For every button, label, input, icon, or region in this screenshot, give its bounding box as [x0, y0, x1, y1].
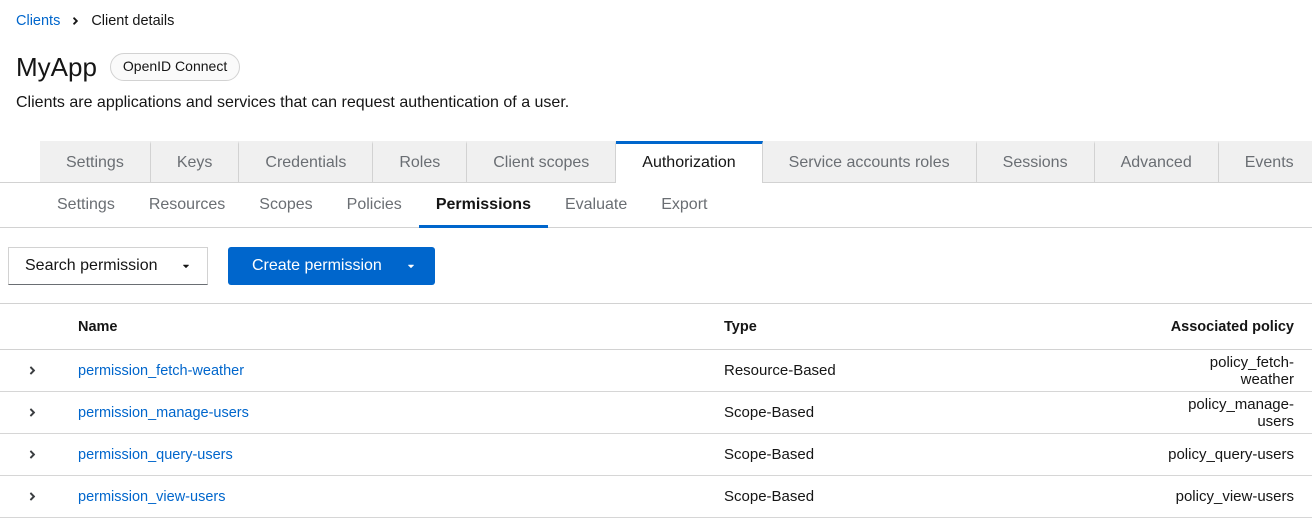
- angle-right-icon: [28, 491, 37, 506]
- create-permission-button[interactable]: Create permission: [228, 247, 435, 285]
- table-row: permission_query-users Scope-Based polic…: [0, 433, 1312, 476]
- table-row: permission_fetch-weather Resource-Based …: [0, 349, 1312, 392]
- subtab-settings[interactable]: Settings: [40, 183, 132, 227]
- page-header: MyApp OpenID Connect: [0, 51, 1312, 83]
- permission-name-link[interactable]: permission_view-users: [78, 489, 225, 505]
- tab-roles[interactable]: Roles: [373, 141, 468, 182]
- associated-policy: policy_view-users: [1175, 488, 1294, 505]
- permission-type: Resource-Based: [724, 362, 836, 379]
- row-expand-button[interactable]: [20, 486, 45, 507]
- permission-type: Scope-Based: [724, 446, 815, 463]
- subtab-resources[interactable]: Resources: [132, 183, 242, 227]
- tab-client-scopes[interactable]: Client scopes: [467, 141, 617, 182]
- caret-down-icon: [181, 261, 191, 271]
- search-permission-dropdown[interactable]: Search permission: [8, 247, 208, 285]
- page-title: MyApp: [16, 52, 97, 82]
- row-expand-button[interactable]: [20, 360, 45, 381]
- search-permission-dropdown-label: Search permission: [25, 257, 158, 274]
- tab-settings[interactable]: Settings: [40, 141, 151, 182]
- type-column-header: Type: [724, 318, 757, 335]
- angle-right-icon: [28, 449, 37, 464]
- breadcrumb-divider-icon: [71, 15, 80, 27]
- subtab-policies[interactable]: Policies: [330, 183, 419, 227]
- associated-policy: policy_query-users: [1168, 446, 1294, 463]
- subtab-evaluate[interactable]: Evaluate: [548, 183, 644, 227]
- permission-name-link[interactable]: permission_manage-users: [78, 405, 249, 421]
- associated-policy: policy_fetch-weather: [1209, 353, 1294, 388]
- tab-authorization[interactable]: Authorization: [616, 141, 763, 183]
- breadcrumb-clients-link[interactable]: Clients: [16, 13, 60, 29]
- angle-right-icon: [28, 365, 37, 380]
- row-expand-button[interactable]: [20, 402, 45, 423]
- subtab-export[interactable]: Export: [644, 183, 724, 227]
- table-header-row: Name Type Associated policy: [0, 303, 1312, 350]
- expand-column-header: [0, 304, 64, 350]
- breadcrumb: Clients Client details: [0, 0, 1312, 29]
- associated-policy-column-header: Associated policy: [1170, 318, 1294, 335]
- main-tab-bar: Settings Keys Credentials Roles Client s…: [0, 141, 1312, 183]
- angle-right-icon: [28, 407, 37, 422]
- permission-name-link[interactable]: permission_fetch-weather: [78, 363, 244, 379]
- tab-keys[interactable]: Keys: [150, 141, 240, 182]
- associated-policy: policy_manage-users: [1188, 395, 1294, 430]
- tab-service-accounts-roles[interactable]: Service accounts roles: [762, 141, 977, 182]
- permission-name-link[interactable]: permission_query-users: [78, 447, 233, 463]
- subtab-scopes[interactable]: Scopes: [242, 183, 329, 227]
- tab-credentials[interactable]: Credentials: [239, 141, 374, 182]
- subtab-permissions[interactable]: Permissions: [418, 183, 549, 228]
- tab-events[interactable]: Events: [1218, 141, 1312, 182]
- permission-type: Scope-Based: [724, 404, 815, 421]
- permission-type: Scope-Based: [724, 488, 815, 505]
- table-row: permission_view-users Scope-Based policy…: [0, 475, 1312, 518]
- create-permission-button-label: Create permission: [252, 257, 382, 274]
- row-expand-button[interactable]: [20, 444, 45, 465]
- tab-advanced[interactable]: Advanced: [1094, 141, 1219, 182]
- breadcrumb-current: Client details: [91, 13, 175, 29]
- name-column-header: Name: [78, 318, 118, 335]
- tab-sessions[interactable]: Sessions: [976, 141, 1095, 182]
- page-description: Clients are applications and services th…: [16, 94, 570, 111]
- permissions-table: Name Type Associated policy permission_f…: [0, 303, 1312, 518]
- table-row: permission_manage-users Scope-Based poli…: [0, 391, 1312, 434]
- caret-down-icon: [406, 261, 416, 271]
- client-protocol-badge: OpenID Connect: [109, 53, 241, 81]
- authorization-sub-tab-bar: Settings Resources Scopes Policies Permi…: [0, 183, 1312, 228]
- permissions-toolbar: Search permission Create permission: [0, 228, 1312, 285]
